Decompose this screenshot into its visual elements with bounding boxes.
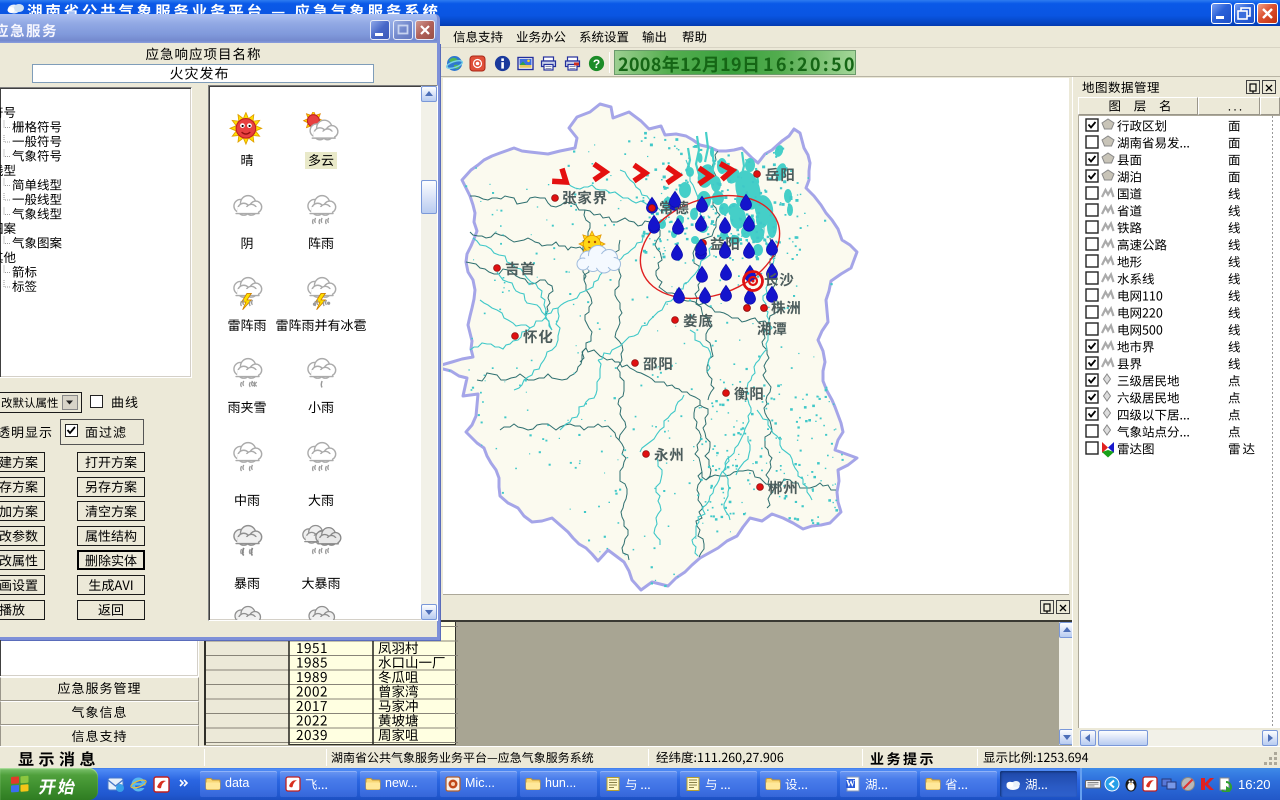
svg-text:W: W bbox=[846, 779, 855, 789]
svg-text:?: ? bbox=[593, 57, 600, 71]
